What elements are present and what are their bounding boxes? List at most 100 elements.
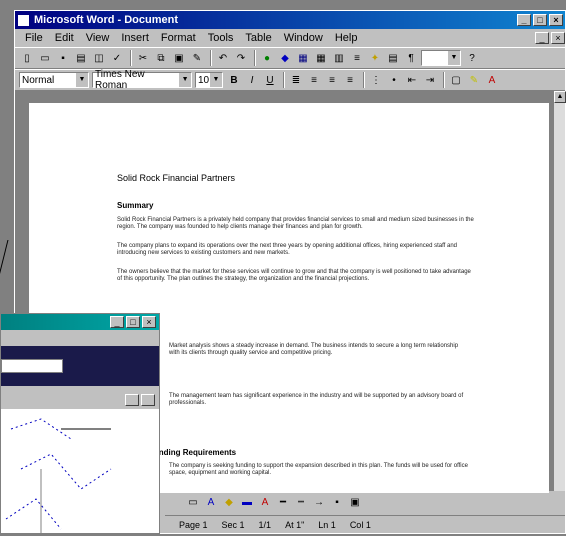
spelling-icon[interactable]: ✓ (109, 50, 125, 66)
word-app-icon[interactable] (17, 13, 30, 27)
scroll-up-icon[interactable]: ▲ (554, 91, 566, 103)
menu-edit[interactable]: Edit (49, 32, 80, 44)
print-icon[interactable]: ▤ (73, 50, 89, 66)
status-line: Ln 1 (318, 519, 336, 530)
paragraph-1: Solid Rock Financial Partners is a priva… (117, 217, 474, 230)
menu-tools[interactable]: Tools (202, 32, 240, 44)
toolbar-separator (443, 72, 445, 88)
line-color-icon[interactable]: ▬ (239, 494, 255, 510)
underline-icon[interactable]: U (262, 72, 278, 88)
line-style-icon[interactable]: ━ (275, 494, 291, 510)
paragraph-2: The company plans to expand its operatio… (117, 243, 457, 256)
toolbar-separator (363, 72, 365, 88)
fill-color-icon[interactable]: ◆ (221, 494, 237, 510)
status-position: At 1" (285, 519, 305, 530)
menu-table[interactable]: Table (239, 32, 277, 44)
new-icon[interactable]: ▯ (19, 50, 35, 66)
status-section: Sec 1 (221, 519, 245, 530)
document-map-icon[interactable]: ▤ (385, 50, 401, 66)
font-select[interactable]: Times New Roman ▼ (92, 69, 192, 91)
dash-style-icon[interactable]: ┅ (293, 494, 309, 510)
menu-view[interactable]: View (80, 32, 116, 44)
decrease-indent-icon[interactable]: ⇤ (404, 72, 420, 88)
wordart-icon[interactable]: A (203, 494, 219, 510)
bold-icon[interactable]: B (226, 72, 242, 88)
paste-icon[interactable]: ▣ (171, 50, 187, 66)
window-button[interactable] (125, 394, 139, 406)
drawing-icon[interactable]: ✦ (367, 50, 383, 66)
menu-insert[interactable]: Insert (115, 32, 155, 44)
chevron-down-icon: ▼ (179, 73, 191, 87)
status-column: Col 1 (349, 519, 371, 530)
canvas-drawing (5, 418, 112, 533)
textbox-icon[interactable]: ▭ (185, 494, 201, 510)
arrow-style-icon[interactable]: → (311, 494, 327, 510)
maximize-button[interactable]: □ (533, 14, 547, 26)
shadow-icon[interactable]: ▪ (329, 494, 345, 510)
toolbar-separator (254, 50, 256, 66)
justify-icon[interactable]: ≡ (342, 72, 358, 88)
menu-bar: File Edit View Insert Format Tools Table… (15, 29, 565, 47)
3d-icon[interactable]: ▣ (347, 494, 363, 510)
drawing-toolbar: ▭ A ◆ ▬ A ━ ┅ → ▪ ▣ (185, 491, 555, 513)
redo-icon[interactable]: ↷ (233, 50, 249, 66)
minimize-button[interactable]: _ (110, 316, 124, 328)
overlapping-window-canvas[interactable] (1, 409, 159, 533)
close-button[interactable]: × (549, 14, 563, 26)
status-bar: Page 1 Sec 1 1/1 At 1" Ln 1 Col 1 (165, 515, 565, 533)
zoom-select[interactable]: ▼ (421, 50, 461, 66)
close-button[interactable]: × (142, 316, 156, 328)
numbering-icon[interactable]: ⋮ (368, 72, 384, 88)
save-icon[interactable]: ▪ (55, 50, 71, 66)
style-select[interactable]: Normal ▼ (19, 72, 89, 88)
undo-icon[interactable]: ↶ (215, 50, 231, 66)
overlapping-window-titlebar[interactable]: _ □ × (1, 314, 159, 330)
format-painter-icon[interactable]: ✎ (189, 50, 205, 66)
toolbar-separator (210, 50, 212, 66)
doc-minimize-button[interactable]: _ (535, 32, 549, 44)
formatting-toolbar: Normal ▼ Times New Roman ▼ 10 ▼ B I U ≣ … (15, 69, 565, 91)
show-hide-icon[interactable]: ¶ (403, 50, 419, 66)
bullets-icon[interactable]: • (386, 72, 402, 88)
italic-icon[interactable]: I (244, 72, 260, 88)
maximize-button[interactable]: □ (126, 316, 140, 328)
menu-window[interactable]: Window (278, 32, 329, 44)
hyperlink-icon[interactable]: ● (259, 50, 275, 66)
web-toolbar-icon[interactable]: ◆ (277, 50, 293, 66)
tables-borders-icon[interactable]: ▦ (295, 50, 311, 66)
menu-help[interactable]: Help (329, 32, 364, 44)
toolbar-separator (283, 72, 285, 88)
overlapping-window-input[interactable] (1, 359, 63, 373)
heading-summary: Summary (117, 201, 154, 210)
paragraph-5: The management team has significant expe… (169, 393, 464, 406)
window-button[interactable] (141, 394, 155, 406)
chevron-down-icon: ▼ (448, 51, 460, 65)
open-icon[interactable]: ▭ (37, 50, 53, 66)
font-size-value: 10 (198, 74, 210, 86)
vertical-scrollbar[interactable]: ▲ (553, 91, 566, 491)
overlapping-window-buttons (123, 394, 155, 406)
align-center-icon[interactable]: ≡ (306, 72, 322, 88)
highlight-icon[interactable]: ✎ (466, 72, 482, 88)
font-color-draw-icon[interactable]: A (257, 494, 273, 510)
increase-indent-icon[interactable]: ⇥ (422, 72, 438, 88)
align-left-icon[interactable]: ≣ (288, 72, 304, 88)
paragraph-4: Market analysis shows a steady increase … (169, 343, 459, 356)
insert-table-icon[interactable]: ▦ (313, 50, 329, 66)
cut-icon[interactable]: ✂ (135, 50, 151, 66)
menu-file[interactable]: File (19, 32, 49, 44)
overlapping-window[interactable]: _ □ × (0, 313, 160, 534)
align-right-icon[interactable]: ≡ (324, 72, 340, 88)
print-preview-icon[interactable]: ◫ (91, 50, 107, 66)
insert-excel-icon[interactable]: ▥ (331, 50, 347, 66)
minimize-button[interactable]: _ (517, 14, 531, 26)
borders-icon[interactable]: ▢ (448, 72, 464, 88)
copy-icon[interactable]: ⧉ (153, 50, 169, 66)
menu-format[interactable]: Format (155, 32, 202, 44)
help-icon[interactable]: ? (464, 50, 480, 66)
font-size-select[interactable]: 10 ▼ (195, 72, 223, 88)
font-color-icon[interactable]: A (484, 72, 500, 88)
paragraph-3: The owners believe that the market for t… (117, 269, 471, 282)
columns-icon[interactable]: ≡ (349, 50, 365, 66)
doc-close-button[interactable]: × (551, 32, 565, 44)
